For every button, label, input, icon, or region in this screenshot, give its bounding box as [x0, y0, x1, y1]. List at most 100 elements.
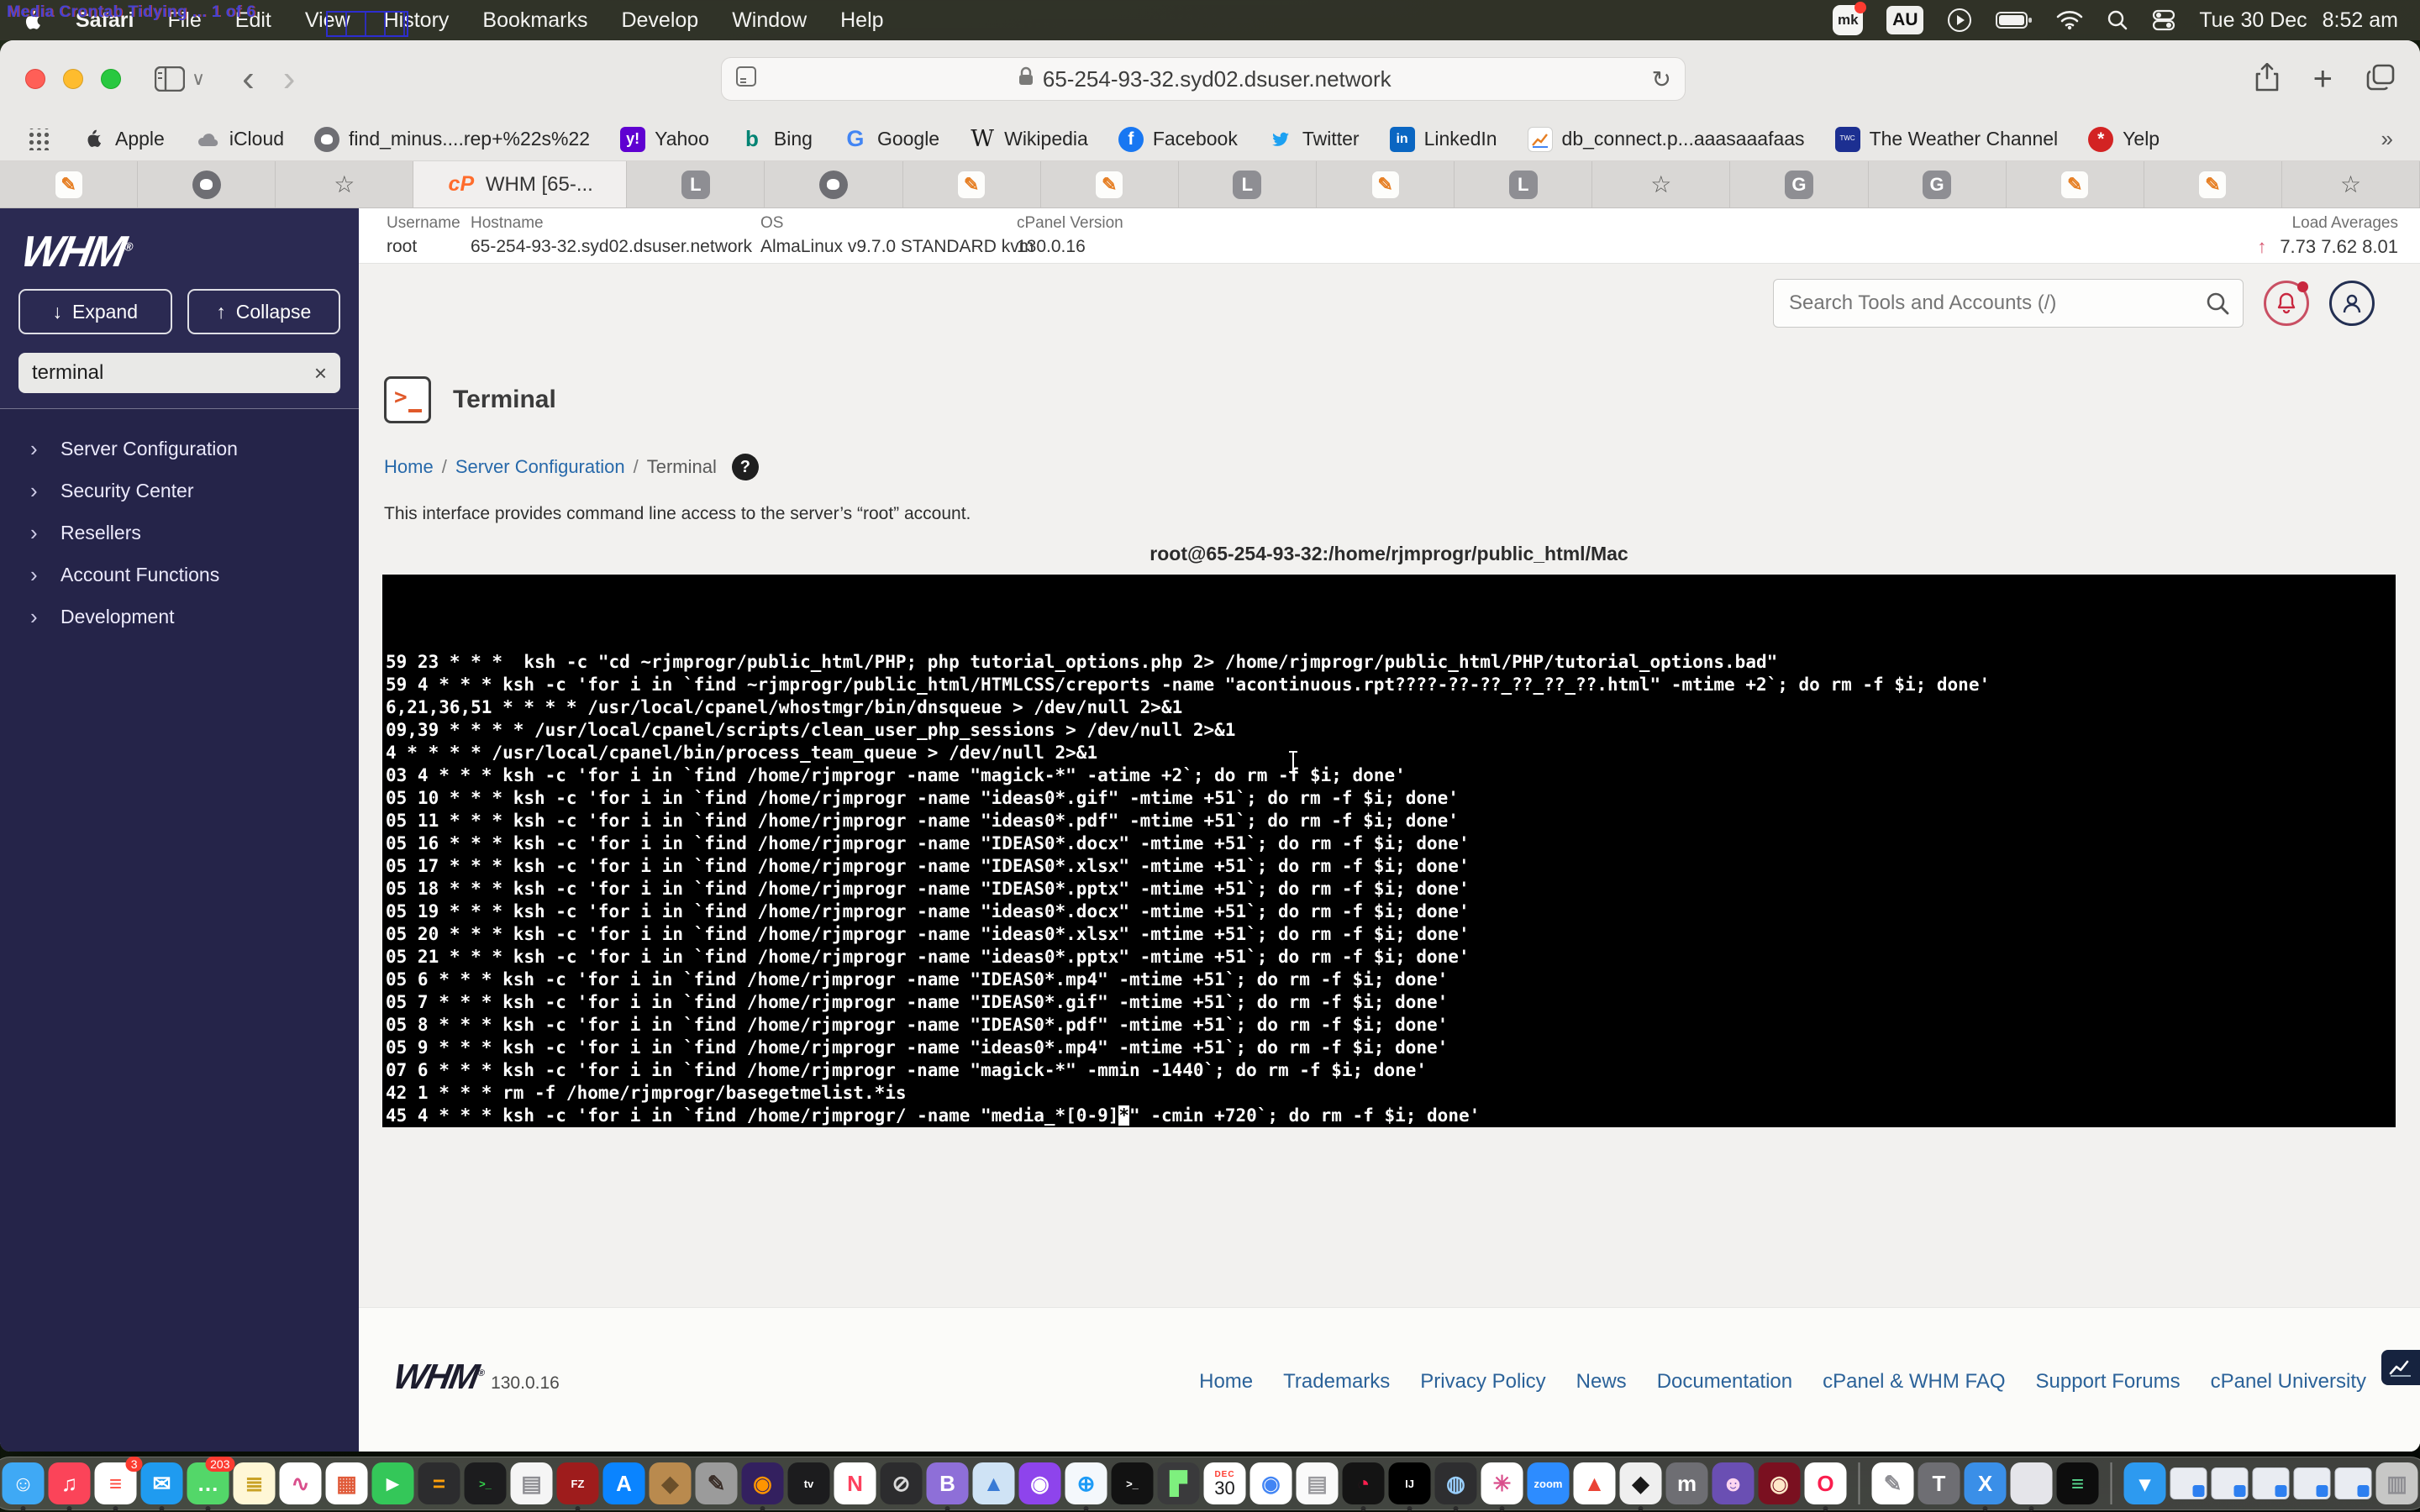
sidebar-chevron-icon[interactable]: ∨: [192, 68, 205, 90]
tab-star-2[interactable]: ☆: [276, 161, 413, 207]
dock-item-calculator[interactable]: =: [418, 1462, 460, 1504]
dock-item-app-store[interactable]: A: [603, 1462, 645, 1504]
menubar-clock[interactable]: 8:52 am: [2323, 8, 2398, 33]
dock-item-terminal-dark[interactable]: >_: [465, 1462, 507, 1504]
account-button[interactable]: [2329, 281, 2375, 326]
help-icon[interactable]: ?: [732, 454, 759, 480]
zoom-window-button[interactable]: [101, 69, 121, 89]
tab-pencil-7[interactable]: ✎: [1041, 161, 1179, 207]
dock-item-blocked-app[interactable]: ⊘: [881, 1462, 923, 1504]
dock-item-calendar[interactable]: DEC30: [1204, 1462, 1246, 1504]
minimize-window-button[interactable]: [63, 69, 83, 89]
dock-item-prism[interactable]: ▲: [1574, 1462, 1616, 1504]
menu-item-window[interactable]: Window: [732, 8, 807, 33]
dock-item-chrome[interactable]: ◉: [1250, 1462, 1292, 1504]
dock-item-panel-light[interactable]: [2011, 1462, 2053, 1504]
breadcrumb-home-link[interactable]: Home: [384, 456, 434, 478]
dock-item-gimp[interactable]: ✎: [696, 1462, 738, 1504]
dock-item-firefox[interactable]: ◉: [742, 1462, 784, 1504]
tab-pencil-0[interactable]: ✎: [0, 161, 138, 207]
back-button[interactable]: ‹: [242, 60, 255, 97]
dock-item-app-grid[interactable]: ▦: [326, 1462, 368, 1504]
dock-item-terminal-matrix[interactable]: ≡: [2057, 1462, 2099, 1504]
bookmark-yelp[interactable]: *Yelp: [2088, 127, 2160, 152]
dock-item-facetime[interactable]: ►: [372, 1462, 414, 1504]
tab-pencil-6[interactable]: ✎: [903, 161, 1041, 207]
wifi-icon[interactable]: [2056, 10, 2083, 30]
footer-link-home[interactable]: Home: [1199, 1370, 1253, 1394]
bookmarks-overflow-chevron[interactable]: »: [2381, 126, 2393, 152]
breadcrumb-server-config-link[interactable]: Server Configuration: [455, 456, 625, 478]
dock-item-filezilla[interactable]: FZ: [557, 1462, 599, 1504]
tab-letter-4[interactable]: L: [627, 161, 765, 207]
dock-item-trash[interactable]: ▥: [2376, 1462, 2418, 1504]
page-appearance-icon[interactable]: [735, 66, 757, 93]
forward-button[interactable]: ›: [283, 60, 296, 97]
sidebar-item-development[interactable]: ›Development: [0, 596, 359, 638]
dock-item-purple-app[interactable]: ☻: [1712, 1462, 1754, 1504]
dock-item-document[interactable]: ▤: [1297, 1462, 1339, 1504]
dock-item-window-dark[interactable]: ▛: [1158, 1462, 1200, 1504]
analytics-corner-icon[interactable]: [2381, 1350, 2420, 1385]
dock-item-notifier[interactable]: ◍: [1435, 1462, 1477, 1504]
dock-item-bear[interactable]: B: [927, 1462, 969, 1504]
notifications-button[interactable]: [2264, 281, 2309, 326]
tab-star-11[interactable]: ☆: [1592, 161, 1730, 207]
bookmark-bing[interactable]: bBing: [739, 127, 813, 152]
battery-icon[interactable]: [1996, 11, 2033, 29]
tab-gh-1[interactable]: [138, 161, 276, 207]
dock-item-minimized-window[interactable]: [2212, 1467, 2249, 1499]
input-source-indicator[interactable]: AU: [1886, 6, 1923, 34]
dock-item-mail[interactable]: ✉: [141, 1462, 183, 1504]
dock-item-translate[interactable]: T: [1918, 1462, 1960, 1504]
tab-overview-icon[interactable]: [2366, 64, 2395, 95]
dock-item-notes-alt[interactable]: ✎: [1872, 1462, 1914, 1504]
menu-item-help[interactable]: Help: [840, 8, 883, 33]
tab-letter-13[interactable]: G: [1869, 161, 2007, 207]
bookmark-twitter[interactable]: Twitter: [1268, 127, 1360, 152]
search-icon[interactable]: [2205, 291, 2230, 320]
dock-item-terminal-light[interactable]: >_: [1112, 1462, 1154, 1504]
dock-item-apple-tv[interactable]: tv: [788, 1462, 830, 1504]
status-app-icon[interactable]: mk: [1833, 5, 1863, 35]
dock-item-utility-tan[interactable]: ◆: [650, 1462, 692, 1504]
footer-link-documentation[interactable]: Documentation: [1657, 1370, 1792, 1394]
sidebar-item-security-center[interactable]: ›Security Center: [0, 470, 359, 512]
bookmark-google[interactable]: GGoogle: [843, 127, 939, 152]
tab-star-16[interactable]: ☆: [2282, 161, 2420, 207]
dock-item-minimized-window[interactable]: [2253, 1467, 2290, 1499]
reload-icon[interactable]: ↻: [1652, 66, 1671, 93]
dock-item-news[interactable]: N: [834, 1462, 876, 1504]
bookmark-icloud[interactable]: iCloud: [195, 127, 284, 152]
dock-item-xcode[interactable]: X: [1965, 1462, 2007, 1504]
tab-gh-5[interactable]: [765, 161, 902, 207]
dock-item-podcasts[interactable]: ◉: [1019, 1462, 1061, 1504]
dock-item-notes[interactable]: ≣: [234, 1462, 276, 1504]
tab-letter-12[interactable]: G: [1730, 161, 1868, 207]
collapse-all-button[interactable]: ↑Collapse: [187, 289, 341, 334]
sidebar-search-input[interactable]: [32, 361, 314, 385]
dock-item-music[interactable]: ♫: [49, 1462, 91, 1504]
dock-item-photo-booth[interactable]: ◉: [1759, 1462, 1801, 1504]
menubar-date[interactable]: Tue 30 Dec: [2199, 8, 2307, 33]
footer-link-support-forums[interactable]: Support Forums: [2036, 1370, 2181, 1394]
footer-link-privacy-policy[interactable]: Privacy Policy: [1420, 1370, 1545, 1394]
dock-item-safari[interactable]: ⊕: [1065, 1462, 1107, 1504]
dock-item-zoom[interactable]: zoom: [1528, 1462, 1570, 1504]
dock-item-minimized-window[interactable]: [2170, 1467, 2207, 1499]
footer-link-cpanel-whm-faq[interactable]: cPanel & WHM FAQ: [1823, 1370, 2005, 1394]
new-tab-icon[interactable]: +: [2313, 62, 2333, 96]
dock-item-minimized-window[interactable]: [2335, 1467, 2372, 1499]
dock-item-reminders[interactable]: ≡3: [95, 1462, 137, 1504]
bookmark-yahoo[interactable]: y!Yahoo: [620, 127, 709, 152]
dock-item-krita[interactable]: ✳: [1481, 1462, 1523, 1504]
tab-whm-active[interactable]: cPWHM [65-...: [413, 161, 627, 207]
sidebar-item-resellers[interactable]: ›Resellers: [0, 512, 359, 554]
frequently-visited-grid-icon[interactable]: [27, 129, 50, 150]
share-icon[interactable]: [2254, 63, 2280, 96]
dock-item-textedit[interactable]: ▤: [511, 1462, 553, 1504]
terminal-output[interactable]: 59 23 * * * ksh -c "cd ~rjmprogr/public_…: [382, 575, 2396, 1127]
close-window-button[interactable]: [25, 69, 45, 89]
dock-item-messages[interactable]: …203: [187, 1462, 229, 1504]
footer-link-trademarks[interactable]: Trademarks: [1283, 1370, 1390, 1394]
